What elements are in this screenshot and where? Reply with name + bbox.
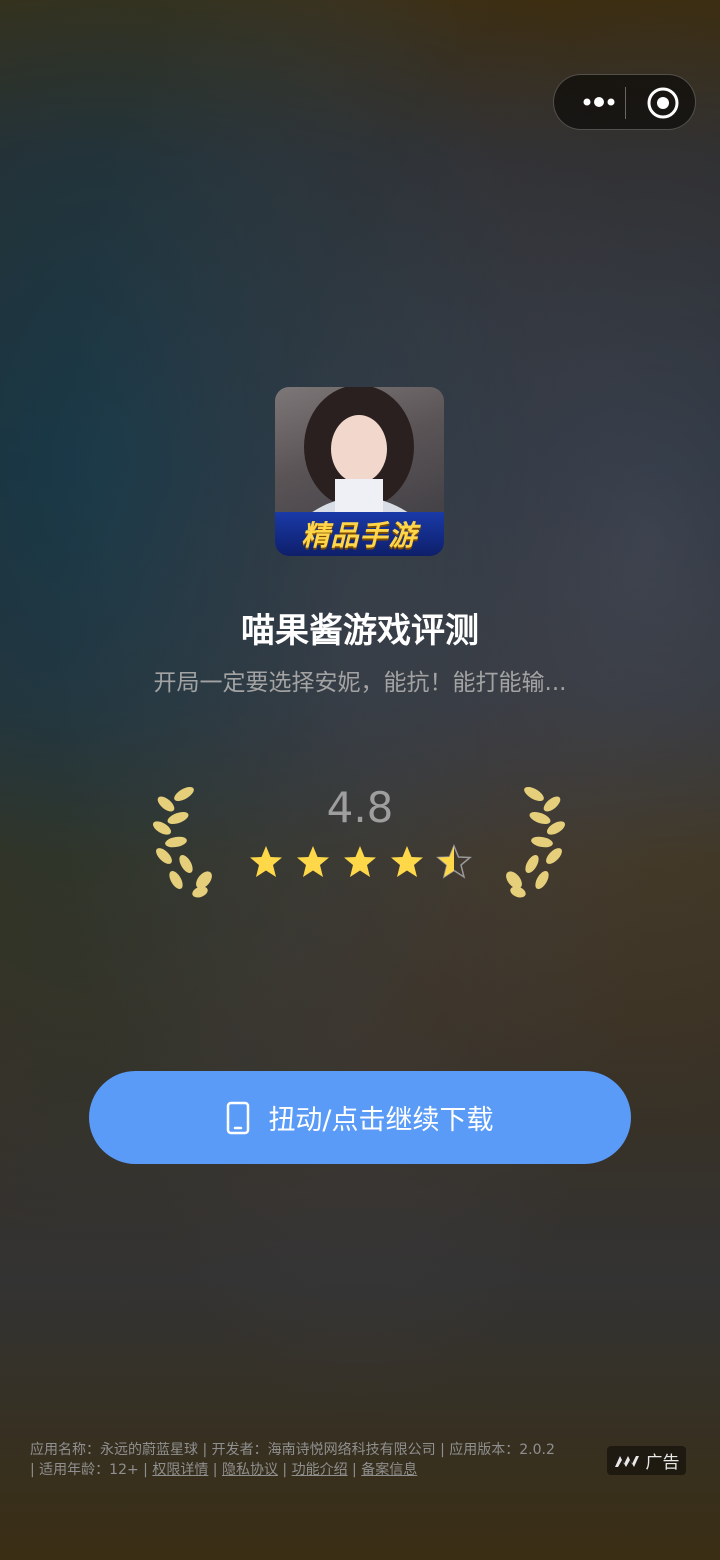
download-label: 扭动/点击继续下载 [268,1105,494,1136]
footer-separator: | [347,1462,362,1478]
ad-badge: 广告 [607,1446,686,1475]
capsule-divider [625,87,626,119]
more-button[interactable] [574,75,624,129]
permissions-link[interactable]: 权限详情 [152,1462,208,1478]
rating-stars [248,844,474,880]
more-dots-icon [583,97,615,107]
footer-separator: | [208,1462,222,1478]
app-subtitle: 开局一定要选择安妮，能抗！能打能输... [153,670,567,696]
ad-logo-icon [614,1455,639,1467]
app-icon: 精品手游 [275,387,444,556]
star-full-icon [250,846,282,877]
star-half-icon [436,844,472,879]
footer-line-1: 应用名称：永远的蔚蓝星球 | 开发者：海南诗悦网络科技有限公司 | 应用版本：2… [30,1442,555,1458]
app-icon-badge: 精品手游 [275,512,444,556]
app-title: 喵果酱游戏评测 [241,611,479,651]
download-button[interactable]: 扭动/点击继续下载 [89,1071,631,1164]
ad-label: 广告 [645,1453,680,1473]
close-circle-icon [647,87,679,119]
phone-icon [227,1101,250,1134]
rating-value: 4.8 [326,783,394,832]
privacy-link[interactable]: 隐私协议 [222,1462,278,1478]
footer-separator: | [277,1462,292,1478]
footer-line-2: | 适用年龄：12+ | 权限详情 | 隐私协议 | 功能介绍 | 备案信息 [30,1460,575,1480]
app-info-footer: 应用名称：永远的蔚蓝星球 | 开发者：海南诗悦网络科技有限公司 | 应用版本：2… [30,1440,575,1480]
filing-link[interactable]: 备案信息 [361,1462,417,1478]
footer-age-text: | 适用年龄：12+ | [30,1462,153,1478]
star-full-icon [297,846,329,877]
star-full-icon [344,846,376,877]
star-full-icon [391,846,423,877]
mini-program-capsule [553,74,696,130]
features-link[interactable]: 功能介绍 [292,1462,348,1478]
app-icon-illustration [304,387,415,517]
close-button[interactable] [640,81,686,125]
